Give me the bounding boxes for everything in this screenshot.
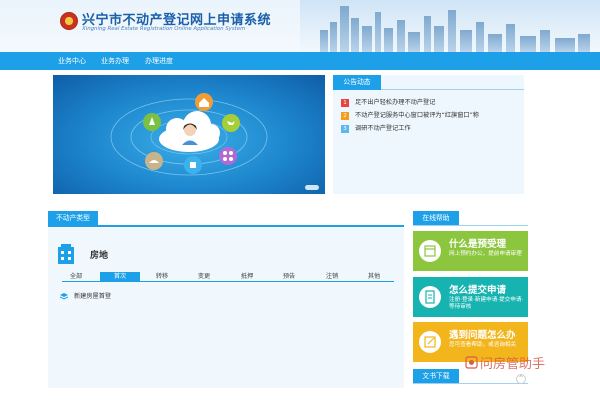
help-card-submit[interactable]: 怎么提交申请 注册·登录·新建申请·提交申请·等待审核 [413, 277, 528, 317]
scroll-up-icon[interactable]: ^ [516, 374, 526, 384]
help-card-title: 遇到问题怎么办 [449, 330, 516, 341]
tab-document-download[interactable]: 文书下载 [413, 369, 459, 384]
help-card-title: 怎么提交申请 [449, 285, 507, 296]
tab-first-registration[interactable]: 首次 [100, 272, 140, 281]
tab-online-help[interactable]: 在线帮助 [413, 211, 459, 226]
business-type-tabs: 全部 首次 转移 变更 抵押 预告 注销 其他 [62, 272, 394, 282]
notice-item[interactable]: 1 足不出户轻松办理不动产登记 [341, 99, 521, 108]
notice-item[interactable]: 2 不动产登记服务中心窗口被评为“红旗窗口”称 [341, 112, 521, 121]
tab-notices[interactable]: 公告动态 [333, 75, 381, 90]
notice-item[interactable]: 3 调研不动产登记工作 [341, 125, 521, 134]
site-subtitle: Xingning Real Estate Registration Online… [82, 26, 246, 32]
notice-text[interactable]: 不动产登记服务中心窗口被评为“红旗窗口”称 [355, 112, 479, 120]
doc-divider [413, 383, 528, 384]
help-card-desc: 网上预约办公，提前申请审理 [449, 251, 522, 257]
property-title: 房地 [90, 251, 109, 261]
banner-pager[interactable] [305, 185, 319, 190]
property-panel: 房地 全部 首次 转移 变更 抵押 预告 注销 其他 新建房屋首登 [48, 228, 404, 388]
notice-number-badge: 2 [341, 112, 349, 120]
property-type-header: 不动产类型 [48, 211, 404, 227]
calendar-icon [419, 240, 441, 262]
notice-text[interactable]: 调研不动产登记工作 [355, 125, 411, 133]
edit-icon [419, 331, 441, 353]
emblem-logo [60, 12, 78, 30]
nav-item-progress[interactable]: 办理进度 [145, 56, 173, 66]
document-icon [419, 286, 441, 308]
promo-banner[interactable] [53, 75, 325, 194]
main-nav: 业务中心 业务办理 办理进度 [0, 52, 600, 70]
help-card-title: 什么是预受理 [449, 239, 507, 250]
tab-cancellation[interactable]: 注销 [318, 272, 346, 281]
help-card-desc: 注册·登录·新建申请·提交申请·等待审核 [449, 297, 524, 310]
tab-transfer[interactable]: 转移 [148, 272, 176, 281]
section-divider [48, 225, 404, 227]
tab-all[interactable]: 全部 [64, 272, 88, 281]
house-icon [58, 244, 74, 264]
help-divider [413, 225, 528, 226]
help-card-desc: 您可查看帮助，或咨询相关 [449, 342, 517, 348]
banner-illustration [110, 93, 268, 176]
tab-advance-notice[interactable]: 预告 [275, 272, 303, 281]
city-skyline-image [300, 0, 600, 52]
help-card-pre-acceptance[interactable]: 什么是预受理 网上预约办公，提前申请审理 [413, 231, 528, 271]
notice-text[interactable]: 足不出户轻松办理不动产登记 [355, 99, 435, 107]
tab-mortgage[interactable]: 抵押 [233, 272, 261, 281]
sub-item-label[interactable]: 新建房屋首登 [74, 292, 111, 301]
nav-item-business-center[interactable]: 业务中心 [58, 56, 86, 66]
site-header: 兴宁市不动产登记网上申请系统 Xingning Real Estate Regi… [0, 0, 600, 52]
tab-other[interactable]: 其他 [360, 272, 388, 281]
watermark-text: 问房管助手 [480, 357, 546, 372]
notice-number-badge: 1 [341, 99, 349, 107]
tab-change[interactable]: 变更 [190, 272, 218, 281]
notice-number-badge: 3 [341, 125, 349, 133]
notice-panel: 公告动态 1 足不出户轻松办理不动产登记 2 不动产登记服务中心窗口被评为“红旗… [333, 75, 524, 194]
layers-icon [60, 293, 68, 300]
watermark-logo-icon [465, 356, 478, 369]
tab-property-type[interactable]: 不动产类型 [48, 211, 98, 226]
nav-item-business-handling[interactable]: 业务办理 [101, 56, 129, 66]
notice-divider [381, 89, 524, 90]
